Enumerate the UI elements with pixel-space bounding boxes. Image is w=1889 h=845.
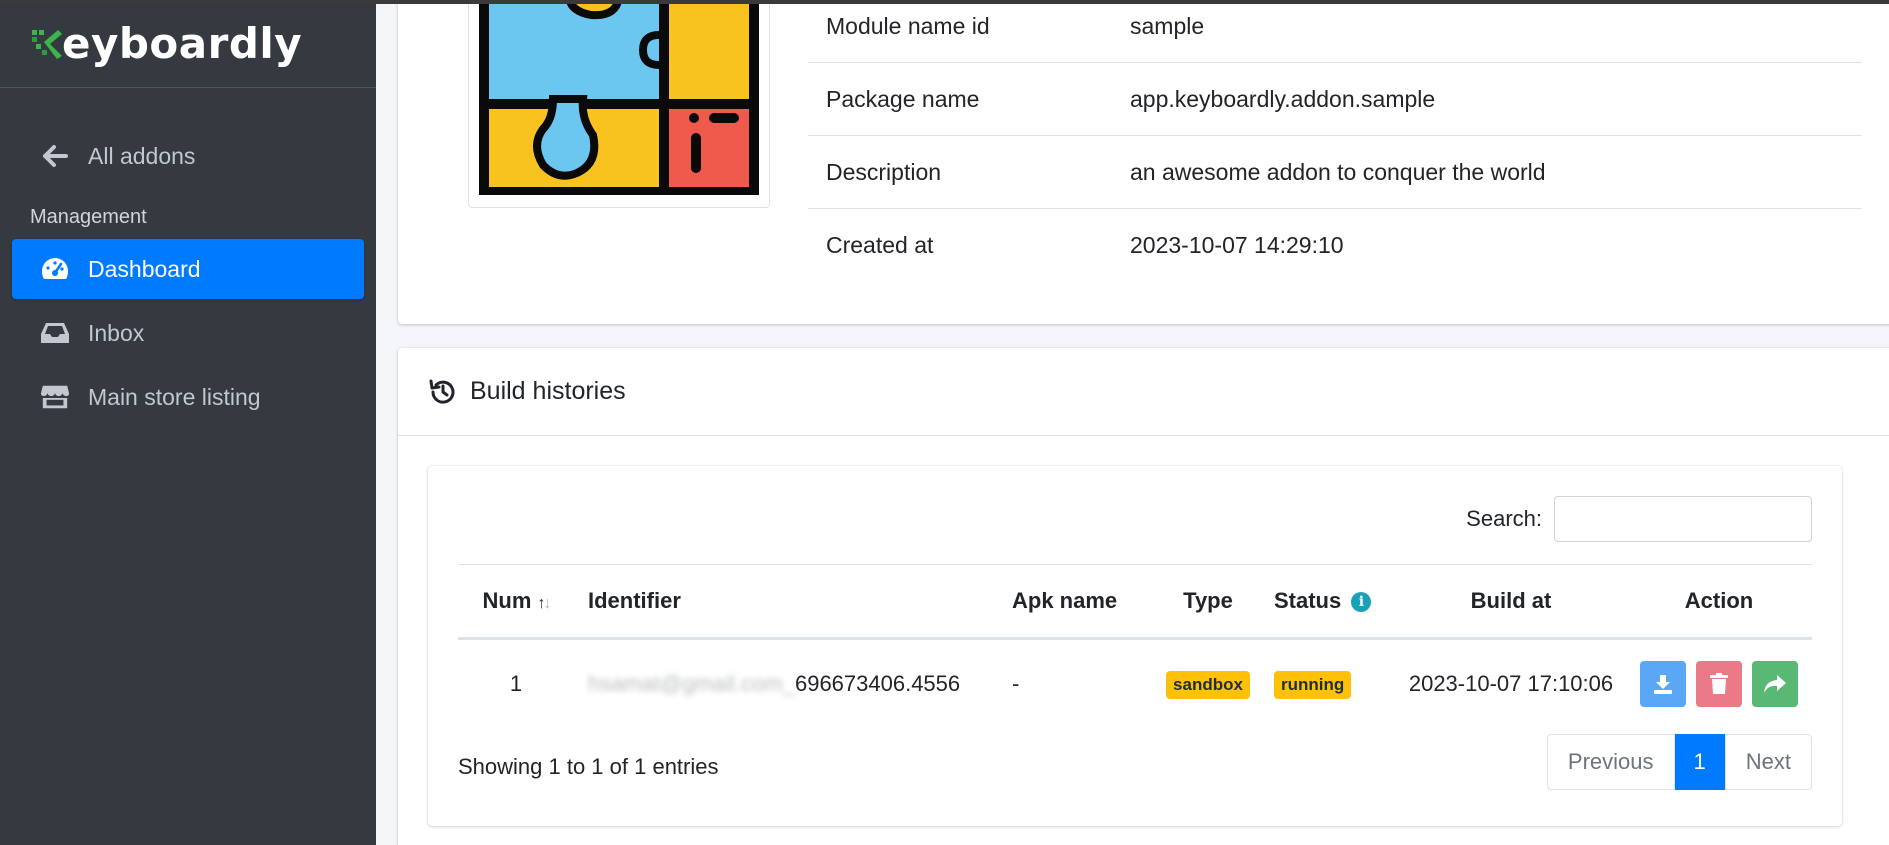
info-value: an awesome addon to conquer the world [1130, 158, 1546, 185]
cell-identifier: hsamat@gmail.com_696673406.4556 [574, 639, 1002, 729]
info-value: 2023-10-07 14:29:10 [1130, 232, 1344, 258]
build-histories-card: Build histories Search: Num ↑↓ Identifier… [398, 348, 1889, 845]
top-border [0, 0, 1889, 4]
sidebar-item-label: Inbox [88, 319, 145, 346]
cell-type: sandbox [1154, 639, 1262, 729]
download-button[interactable] [1639, 661, 1686, 708]
sidebar-item-label: Dashboard [88, 255, 201, 282]
info-row-created-at: Created at 2023-10-07 14:29:10 [808, 209, 1862, 282]
arrow-left-icon [40, 141, 70, 171]
sidebar-item-all-addons[interactable]: All addons [12, 126, 364, 186]
type-badge: sandbox [1166, 670, 1250, 699]
share-icon [1764, 675, 1787, 694]
status-badge: running [1274, 670, 1352, 699]
info-value: sample [1130, 12, 1205, 39]
sidebar-nav: All addons Management Dashboard Inbox Ma… [0, 88, 376, 427]
sidebar-item-main-store-listing[interactable]: Main store listing [12, 367, 364, 427]
sidebar-section-header: Management [30, 206, 147, 228]
info-icon[interactable]: i [1351, 592, 1372, 612]
download-icon [1653, 675, 1672, 695]
puzzle-addon-icon [473, 0, 765, 203]
history-icon [429, 379, 455, 404]
info-value: app.keyboardly.addon.sample [1130, 85, 1436, 112]
sort-icon: ↑↓ [537, 595, 551, 612]
addon-info-card: Module name id sample Package name app.k… [398, 0, 1889, 324]
delete-button[interactable] [1696, 661, 1742, 708]
cell-status: running [1262, 639, 1396, 729]
column-header-type: Type [1154, 564, 1262, 640]
sidebar-item-dashboard[interactable]: Dashboard [12, 239, 364, 299]
info-row-description: Description an awesome addon to conquer … [808, 136, 1862, 209]
column-header-status: Status i [1262, 564, 1396, 640]
pagination: Previous 1 Next [1546, 734, 1812, 790]
column-header-build-at: Build at [1396, 564, 1626, 640]
brand-logo: eyboardly [30, 19, 302, 68]
column-header-num[interactable]: Num ↑↓ [458, 564, 574, 640]
info-key: Description [826, 158, 942, 185]
column-header-label: Num [482, 588, 532, 613]
cell-apk-name: - [1012, 671, 1020, 697]
column-header-label: Status [1274, 588, 1342, 613]
search-input[interactable] [1554, 496, 1812, 542]
sidebar-item-label: Main store listing [88, 383, 261, 410]
column-header-action: Action [1626, 564, 1812, 640]
dashboard-icon [40, 254, 70, 284]
build-histories-header: Build histories [398, 348, 1889, 436]
brand[interactable]: eyboardly [0, 0, 376, 88]
cell-action [1626, 639, 1812, 729]
inbox-icon [40, 318, 70, 348]
pagination-next[interactable]: Next [1724, 734, 1812, 790]
addon-image [468, 0, 770, 208]
identifier-visible: 696673406.4556 [794, 671, 961, 697]
table-info-text: Showing 1 to 1 of 1 entries [458, 754, 719, 779]
table-row: 1 hsamat@gmail.com_696673406.4556 - sand… [458, 639, 1812, 729]
pagination-page[interactable]: 1 [1674, 734, 1725, 790]
keyboard-k-logo-icon [32, 29, 62, 59]
cell-num: 1 [509, 671, 523, 697]
main-content: Module name id sample Package name app.k… [376, 0, 1889, 845]
trash-icon [1710, 673, 1728, 695]
build-histories-table-card: Search: Num ↑↓ Identifier Apk name Type S… [428, 466, 1842, 826]
sidebar-item-label: All addons [88, 142, 196, 169]
identifier-redacted: hsamat@gmail.com_ [588, 671, 795, 697]
brand-name: eyboardly [62, 19, 303, 68]
sidebar: eyboardly All addons Management Dashboar… [0, 0, 376, 845]
addon-info-table: Module name id sample Package name app.k… [808, 0, 1862, 282]
table-search: Search: [1466, 496, 1812, 542]
store-icon [40, 382, 70, 412]
info-row-module-name-id: Module name id sample [808, 0, 1862, 63]
build-histories-table: Num ↑↓ Identifier Apk name Type Status i … [458, 564, 1812, 729]
column-header-apk-name: Apk name [1002, 564, 1154, 640]
info-key: Package name [826, 85, 980, 112]
sidebar-item-inbox[interactable]: Inbox [12, 303, 364, 363]
column-header-identifier: Identifier [574, 564, 1002, 640]
info-key: Module name id [826, 12, 990, 39]
table-header-row: Num ↑↓ Identifier Apk name Type Status i … [458, 564, 1812, 640]
build-histories-title: Build histories [470, 377, 626, 405]
share-button[interactable] [1752, 661, 1799, 708]
cell-build-at: 2023-10-07 17:10:06 [1408, 671, 1614, 697]
pagination-previous[interactable]: Previous [1546, 734, 1675, 790]
info-key: Created at [826, 232, 934, 258]
info-row-package-name: Package name app.keyboardly.addon.sample [808, 63, 1862, 136]
search-label: Search: [1466, 506, 1542, 531]
